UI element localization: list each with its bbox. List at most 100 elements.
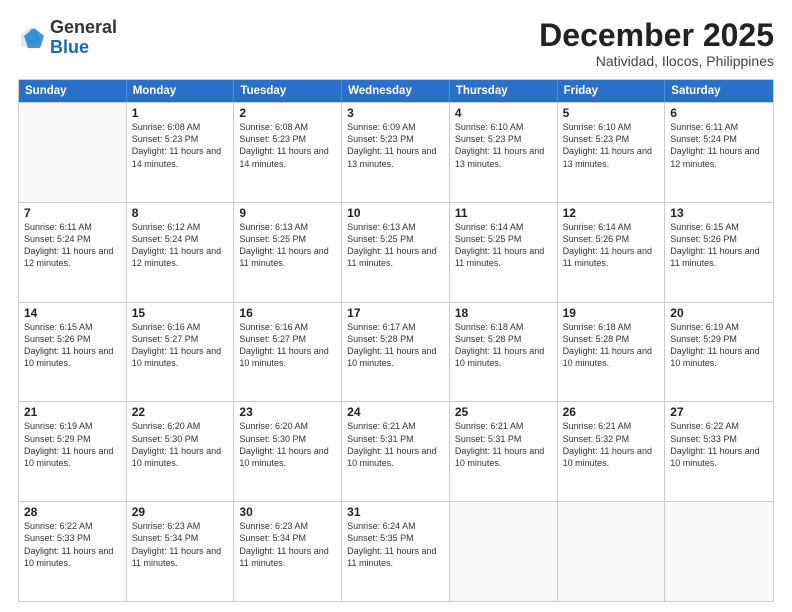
calendar-cell: 22Sunrise: 6:20 AMSunset: 5:30 PMDayligh… [127, 402, 235, 501]
calendar-cell: 7Sunrise: 6:11 AMSunset: 5:24 PMDaylight… [19, 203, 127, 302]
logo-icon [18, 24, 46, 52]
calendar-body: 1Sunrise: 6:08 AMSunset: 5:23 PMDaylight… [19, 102, 773, 601]
calendar: SundayMondayTuesdayWednesdayThursdayFrid… [18, 79, 774, 602]
calendar-cell: 31Sunrise: 6:24 AMSunset: 5:35 PMDayligh… [342, 502, 450, 601]
day-number: 10 [347, 206, 444, 220]
day-info: Sunrise: 6:16 AMSunset: 5:27 PMDaylight:… [132, 321, 229, 370]
day-number: 20 [670, 306, 768, 320]
day-info: Sunrise: 6:22 AMSunset: 5:33 PMDaylight:… [24, 520, 121, 569]
day-info: Sunrise: 6:21 AMSunset: 5:31 PMDaylight:… [347, 420, 444, 469]
weekday-header: Monday [127, 80, 235, 102]
day-info: Sunrise: 6:09 AMSunset: 5:23 PMDaylight:… [347, 121, 444, 170]
calendar-week: 1Sunrise: 6:08 AMSunset: 5:23 PMDaylight… [19, 102, 773, 202]
day-info: Sunrise: 6:11 AMSunset: 5:24 PMDaylight:… [24, 221, 121, 270]
header: General Blue December 2025 Natividad, Il… [18, 18, 774, 69]
day-info: Sunrise: 6:14 AMSunset: 5:25 PMDaylight:… [455, 221, 552, 270]
weekday-header: Friday [558, 80, 666, 102]
calendar-cell: 23Sunrise: 6:20 AMSunset: 5:30 PMDayligh… [234, 402, 342, 501]
day-number: 3 [347, 106, 444, 120]
calendar-cell: 9Sunrise: 6:13 AMSunset: 5:25 PMDaylight… [234, 203, 342, 302]
calendar-cell: 15Sunrise: 6:16 AMSunset: 5:27 PMDayligh… [127, 303, 235, 402]
day-number: 21 [24, 405, 121, 419]
day-number: 23 [239, 405, 336, 419]
day-number: 19 [563, 306, 660, 320]
weekday-header: Wednesday [342, 80, 450, 102]
calendar-cell: 17Sunrise: 6:17 AMSunset: 5:28 PMDayligh… [342, 303, 450, 402]
day-info: Sunrise: 6:14 AMSunset: 5:26 PMDaylight:… [563, 221, 660, 270]
day-info: Sunrise: 6:12 AMSunset: 5:24 PMDaylight:… [132, 221, 229, 270]
calendar-cell: 6Sunrise: 6:11 AMSunset: 5:24 PMDaylight… [665, 103, 773, 202]
calendar-cell: 14Sunrise: 6:15 AMSunset: 5:26 PMDayligh… [19, 303, 127, 402]
day-number: 7 [24, 206, 121, 220]
day-number: 22 [132, 405, 229, 419]
calendar-cell: 10Sunrise: 6:13 AMSunset: 5:25 PMDayligh… [342, 203, 450, 302]
title-block: December 2025 Natividad, Ilocos, Philipp… [539, 18, 774, 69]
calendar-cell: 3Sunrise: 6:09 AMSunset: 5:23 PMDaylight… [342, 103, 450, 202]
calendar-week: 7Sunrise: 6:11 AMSunset: 5:24 PMDaylight… [19, 202, 773, 302]
calendar-cell [19, 103, 127, 202]
day-info: Sunrise: 6:08 AMSunset: 5:23 PMDaylight:… [132, 121, 229, 170]
day-info: Sunrise: 6:15 AMSunset: 5:26 PMDaylight:… [670, 221, 768, 270]
day-info: Sunrise: 6:23 AMSunset: 5:34 PMDaylight:… [132, 520, 229, 569]
day-info: Sunrise: 6:13 AMSunset: 5:25 PMDaylight:… [239, 221, 336, 270]
logo-text: General Blue [50, 18, 117, 58]
day-number: 29 [132, 505, 229, 519]
weekday-header: Thursday [450, 80, 558, 102]
day-number: 28 [24, 505, 121, 519]
calendar-cell [665, 502, 773, 601]
day-info: Sunrise: 6:18 AMSunset: 5:28 PMDaylight:… [563, 321, 660, 370]
logo: General Blue [18, 18, 117, 58]
day-info: Sunrise: 6:22 AMSunset: 5:33 PMDaylight:… [670, 420, 768, 469]
day-info: Sunrise: 6:10 AMSunset: 5:23 PMDaylight:… [455, 121, 552, 170]
calendar-cell: 1Sunrise: 6:08 AMSunset: 5:23 PMDaylight… [127, 103, 235, 202]
day-number: 30 [239, 505, 336, 519]
day-number: 4 [455, 106, 552, 120]
calendar-cell: 29Sunrise: 6:23 AMSunset: 5:34 PMDayligh… [127, 502, 235, 601]
day-info: Sunrise: 6:24 AMSunset: 5:35 PMDaylight:… [347, 520, 444, 569]
calendar-cell: 21Sunrise: 6:19 AMSunset: 5:29 PMDayligh… [19, 402, 127, 501]
day-info: Sunrise: 6:20 AMSunset: 5:30 PMDaylight:… [239, 420, 336, 469]
day-number: 26 [563, 405, 660, 419]
day-info: Sunrise: 6:19 AMSunset: 5:29 PMDaylight:… [670, 321, 768, 370]
calendar-week: 21Sunrise: 6:19 AMSunset: 5:29 PMDayligh… [19, 401, 773, 501]
calendar-cell: 11Sunrise: 6:14 AMSunset: 5:25 PMDayligh… [450, 203, 558, 302]
calendar-cell: 2Sunrise: 6:08 AMSunset: 5:23 PMDaylight… [234, 103, 342, 202]
day-number: 13 [670, 206, 768, 220]
calendar-cell [558, 502, 666, 601]
calendar-header: SundayMondayTuesdayWednesdayThursdayFrid… [19, 80, 773, 102]
day-number: 1 [132, 106, 229, 120]
calendar-cell: 27Sunrise: 6:22 AMSunset: 5:33 PMDayligh… [665, 402, 773, 501]
day-number: 27 [670, 405, 768, 419]
day-info: Sunrise: 6:15 AMSunset: 5:26 PMDaylight:… [24, 321, 121, 370]
day-number: 14 [24, 306, 121, 320]
calendar-cell: 28Sunrise: 6:22 AMSunset: 5:33 PMDayligh… [19, 502, 127, 601]
weekday-header: Tuesday [234, 80, 342, 102]
day-info: Sunrise: 6:17 AMSunset: 5:28 PMDaylight:… [347, 321, 444, 370]
calendar-cell: 18Sunrise: 6:18 AMSunset: 5:28 PMDayligh… [450, 303, 558, 402]
calendar-cell: 19Sunrise: 6:18 AMSunset: 5:28 PMDayligh… [558, 303, 666, 402]
calendar-cell: 30Sunrise: 6:23 AMSunset: 5:34 PMDayligh… [234, 502, 342, 601]
page: General Blue December 2025 Natividad, Il… [0, 0, 792, 612]
day-number: 11 [455, 206, 552, 220]
day-number: 5 [563, 106, 660, 120]
calendar-week: 28Sunrise: 6:22 AMSunset: 5:33 PMDayligh… [19, 501, 773, 601]
calendar-cell: 25Sunrise: 6:21 AMSunset: 5:31 PMDayligh… [450, 402, 558, 501]
day-number: 31 [347, 505, 444, 519]
weekday-header: Sunday [19, 80, 127, 102]
day-info: Sunrise: 6:19 AMSunset: 5:29 PMDaylight:… [24, 420, 121, 469]
day-info: Sunrise: 6:10 AMSunset: 5:23 PMDaylight:… [563, 121, 660, 170]
calendar-cell: 24Sunrise: 6:21 AMSunset: 5:31 PMDayligh… [342, 402, 450, 501]
day-info: Sunrise: 6:21 AMSunset: 5:31 PMDaylight:… [455, 420, 552, 469]
location: Natividad, Ilocos, Philippines [539, 53, 774, 69]
day-number: 6 [670, 106, 768, 120]
weekday-header: Saturday [665, 80, 773, 102]
calendar-cell: 12Sunrise: 6:14 AMSunset: 5:26 PMDayligh… [558, 203, 666, 302]
day-info: Sunrise: 6:08 AMSunset: 5:23 PMDaylight:… [239, 121, 336, 170]
day-number: 8 [132, 206, 229, 220]
month-title: December 2025 [539, 18, 774, 53]
logo-general: General [50, 17, 117, 37]
day-number: 2 [239, 106, 336, 120]
calendar-cell [450, 502, 558, 601]
calendar-cell: 20Sunrise: 6:19 AMSunset: 5:29 PMDayligh… [665, 303, 773, 402]
day-info: Sunrise: 6:23 AMSunset: 5:34 PMDaylight:… [239, 520, 336, 569]
